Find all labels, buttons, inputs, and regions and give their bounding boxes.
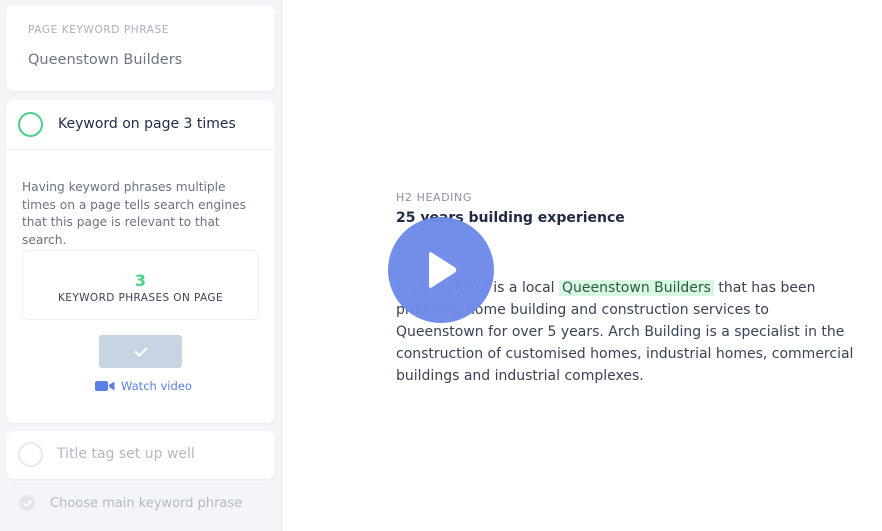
keyword-count-box: 3 KEYWORD PHRASES ON PAGE bbox=[22, 250, 259, 320]
play-video-button[interactable] bbox=[388, 217, 494, 323]
video-camera-icon bbox=[95, 381, 115, 391]
watch-video-label: Watch video bbox=[121, 379, 192, 393]
status-circle-icon bbox=[18, 112, 43, 137]
heading-type-label: H2 HEADING bbox=[396, 191, 472, 204]
status-circle-icon bbox=[18, 442, 43, 467]
keyword-value[interactable]: Queenstown Builders bbox=[28, 52, 182, 68]
keyword-count-label: KEYWORD PHRASES ON PAGE bbox=[58, 292, 223, 304]
check-header[interactable]: Keyword on page 3 times bbox=[6, 100, 275, 150]
page-preview: H2 HEADING 25 years building experience … bbox=[283, 0, 882, 531]
check-icon bbox=[134, 347, 147, 356]
check-item-title-tag[interactable]: Title tag set up well bbox=[6, 431, 275, 479]
check-item-keyword-count: Keyword on page 3 times Having keyword p… bbox=[6, 100, 275, 423]
confirm-button[interactable] bbox=[99, 335, 182, 368]
keyword-label: PAGE KEYWORD PHRASE bbox=[28, 24, 170, 36]
checklist-sidebar: PAGE KEYWORD PHRASE Queenstown Builders … bbox=[0, 0, 282, 531]
keyword-card: PAGE KEYWORD PHRASE Queenstown Builders bbox=[6, 5, 275, 91]
play-icon bbox=[429, 252, 457, 288]
keyword-highlight: Queenstown Builders bbox=[559, 280, 714, 296]
check-title: Choose main keyword phrase bbox=[50, 496, 243, 511]
check-description: Having keyword phrases multiple times on… bbox=[22, 180, 247, 247]
check-title: Keyword on page 3 times bbox=[58, 116, 236, 132]
completed-check-icon bbox=[19, 495, 35, 511]
keyword-count-value: 3 bbox=[134, 271, 147, 290]
watch-video-link[interactable]: Watch video bbox=[95, 378, 192, 394]
check-title: Title tag set up well bbox=[57, 446, 195, 462]
